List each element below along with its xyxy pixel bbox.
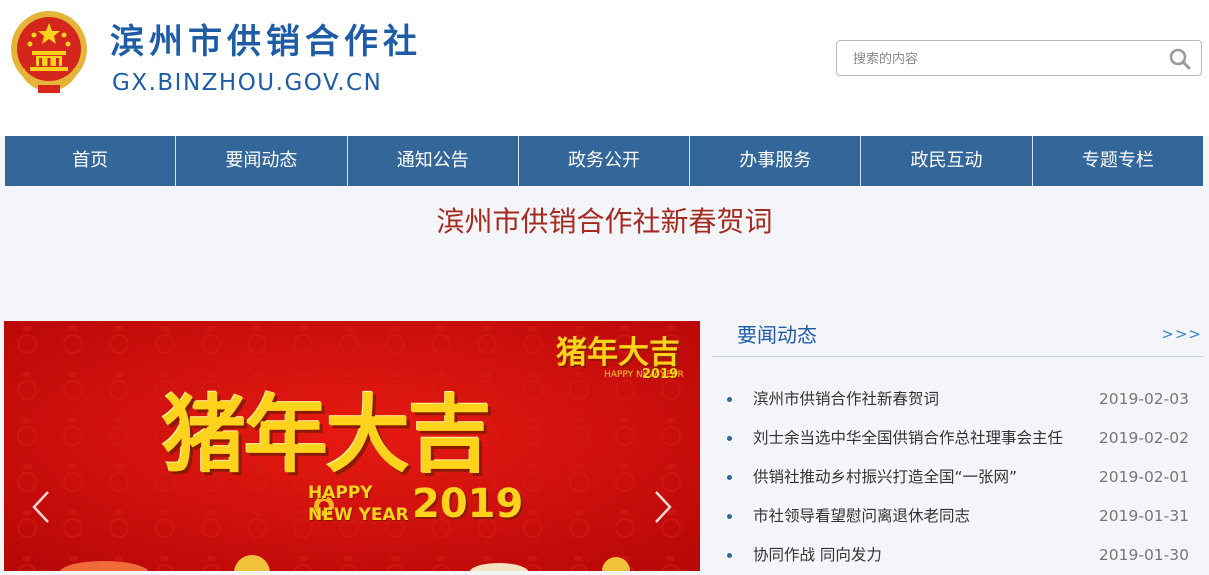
list-item: 协同作战 同向发力 2019-01-30 [712, 536, 1204, 575]
banner-corner-text: 猪年大吉 [556, 335, 680, 371]
news-panel: 要闻动态 >>> 滨州市供销合作社新春贺词 2019-02-03 刘士余当选中华… [712, 321, 1204, 571]
search-box [836, 40, 1202, 76]
news-item-date: 2019-01-30 [1098, 546, 1189, 564]
news-item-title[interactable]: 协同作战 同向发力 [753, 536, 882, 575]
banner-new-year: NEW YEAR [308, 505, 409, 525]
divider [712, 356, 1204, 357]
list-item: 市社领导看望慰问离退休老同志 2019-01-31 [712, 497, 1204, 536]
site-domain: GX.BINZHOU.GOV.CN [112, 70, 383, 96]
nav-item-notices[interactable]: 通知公告 [348, 136, 519, 186]
bullet-icon [727, 514, 732, 519]
national-emblem-icon [11, 11, 87, 93]
news-item-title[interactable]: 滨州市供销合作社新春贺词 [753, 380, 939, 419]
banner-carousel[interactable]: 猪年大吉 HAPPY NEW YEAR 2019 猪年大吉 HAPPY NEW … [4, 321, 700, 571]
nav-item-special-topics[interactable]: 专题专栏 [1033, 136, 1203, 186]
search-icon[interactable] [1169, 48, 1191, 70]
news-item-title[interactable]: 市社领导看望慰问离退休老同志 [753, 497, 970, 536]
banner-happy: HAPPY [308, 483, 373, 503]
banner-year: 2019 [412, 481, 524, 527]
main-nav: 首页 要闻动态 通知公告 政务公开 办事服务 政民互动 专题专栏 [5, 136, 1203, 186]
banner-corner-year: 2019 [642, 367, 679, 382]
news-item-date: 2019-01-31 [1098, 507, 1189, 525]
bullet-icon [727, 436, 732, 441]
news-list: 滨州市供销合作社新春贺词 2019-02-03 刘士余当选中华全国供销合作总社理… [712, 380, 1204, 575]
bullet-icon [727, 553, 732, 558]
bullet-icon [727, 397, 732, 402]
chevron-left-icon[interactable] [30, 489, 52, 525]
nav-item-interaction[interactable]: 政民互动 [861, 136, 1033, 186]
news-item-date: 2019-02-03 [1098, 390, 1189, 408]
nav-item-services[interactable]: 办事服务 [690, 136, 862, 186]
news-more-link[interactable]: >>> [1161, 325, 1202, 343]
nav-item-home[interactable]: 首页 [5, 136, 177, 186]
news-item-title[interactable]: 供销社推动乡村振兴打造全国“一张网” [753, 458, 1017, 497]
news-item-date: 2019-02-01 [1098, 468, 1189, 486]
list-item: 滨州市供销合作社新春贺词 2019-02-03 [712, 380, 1204, 419]
news-item-title[interactable]: 刘士余当选中华全国供销合作总社理事会主任 [753, 419, 1063, 458]
site-header: 滨州市供销合作社 GX.BINZHOU.GOV.CN [0, 0, 1209, 136]
headline-link[interactable]: 滨州市供销合作社新春贺词 [0, 203, 1209, 241]
news-section-title: 要闻动态 [737, 323, 817, 347]
banner-main-text: 猪年大吉 [162, 386, 492, 484]
list-item: 刘士余当选中华全国供销合作总社理事会主任 2019-02-02 [712, 419, 1204, 458]
search-input[interactable] [851, 47, 1155, 71]
list-item: 供销社推动乡村振兴打造全国“一张网” 2019-02-01 [712, 458, 1204, 497]
chevron-right-icon[interactable] [652, 489, 674, 525]
bullet-icon [727, 475, 732, 480]
site-title: 滨州市供销合作社 [110, 22, 422, 62]
nav-item-gov-affairs[interactable]: 政务公开 [519, 136, 691, 186]
news-item-date: 2019-02-02 [1098, 429, 1189, 447]
nav-item-news[interactable]: 要闻动态 [176, 136, 348, 186]
